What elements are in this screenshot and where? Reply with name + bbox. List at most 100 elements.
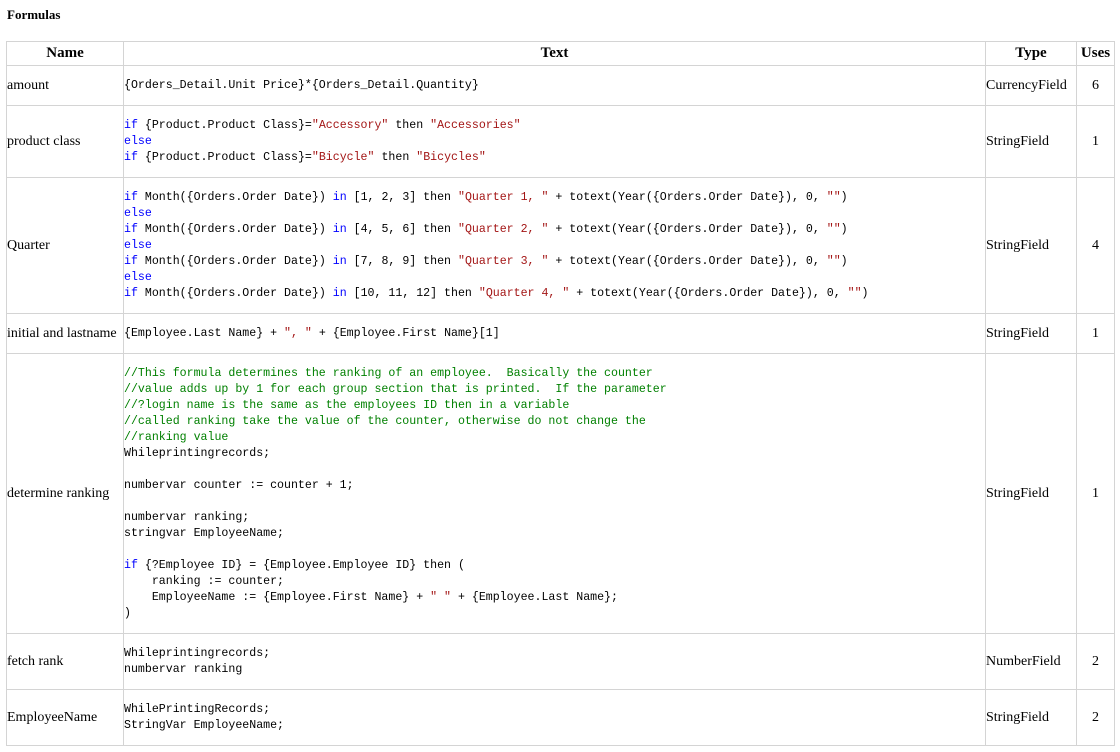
column-header-text: Text: [123, 41, 986, 66]
code-keyword: in: [332, 286, 347, 300]
code-keyword: if: [124, 150, 138, 164]
code-string: "": [826, 254, 841, 268]
code-token: + totext(Year({Orders.Order Date}), 0,: [548, 190, 827, 204]
formula-text-cell: {Orders_Detail.Unit Price}*{Orders_Detai…: [123, 65, 986, 106]
code-line: stringvar EmployeeName;: [124, 526, 985, 542]
formulas-table: Name Text Type Uses amount {Orders_Detail…: [6, 41, 1115, 746]
code-token: {?Employee ID} = {Employee.Employee ID} …: [137, 558, 465, 572]
code-line: {Orders_Detail.Unit Price}*{Orders_Detai…: [124, 78, 985, 94]
code-token: then: [388, 118, 431, 132]
code-token: StringVar EmployeeName;: [124, 718, 285, 732]
code-keyword: else: [124, 206, 152, 220]
header-row: Name Text Type Uses: [6, 41, 1115, 66]
code-string: "Quarter 3, ": [457, 254, 549, 268]
code-line: //ranking value: [124, 430, 985, 446]
code-keyword: in: [332, 222, 347, 236]
formula-type: StringField: [985, 353, 1077, 634]
code-comment: //This formula determines the ranking of…: [124, 366, 653, 380]
formula-code: {Orders_Detail.Unit Price}*{Orders_Detai…: [124, 78, 985, 94]
code-keyword: in: [332, 190, 347, 204]
code-keyword: if: [124, 222, 138, 236]
table-row: product class if {Product.Product Class}=…: [6, 105, 1115, 178]
formula-code: {Employee.Last Name} + ", " + {Employee.…: [124, 326, 985, 342]
formula-type: StringField: [985, 105, 1077, 178]
code-line: numbervar counter := counter + 1;: [124, 478, 985, 494]
column-header-name: Name: [6, 41, 124, 66]
code-string: "": [826, 190, 841, 204]
column-header-type: Type: [985, 41, 1077, 66]
table-row: EmployeeName WhilePrintingRecords; StringV…: [6, 689, 1115, 746]
code-line: //called ranking take the value of the c…: [124, 414, 985, 430]
code-line: if {Product.Product Class}="Accessory" t…: [124, 118, 985, 134]
code-token: {Product.Product Class}=: [137, 118, 312, 132]
formula-code: if Month({Orders.Order Date}) in [1, 2, …: [124, 190, 985, 302]
code-token: ): [840, 222, 848, 236]
code-string: "Accessory": [311, 118, 389, 132]
code-token: + {Employee.First Name}[1]: [311, 326, 500, 340]
code-line: Whileprintingrecords;: [124, 446, 985, 462]
code-token: ): [840, 254, 848, 268]
code-line: numbervar ranking;: [124, 510, 985, 526]
code-keyword: if: [124, 558, 138, 572]
code-line: ): [124, 606, 985, 622]
code-token: + totext(Year({Orders.Order Date}), 0,: [548, 222, 827, 236]
formula-name: EmployeeName: [6, 689, 124, 746]
formula-name: amount: [6, 65, 124, 106]
code-comment: //?login name is the same as the employe…: [124, 398, 570, 412]
code-keyword: if: [124, 118, 138, 132]
code-line: //This formula determines the ranking of…: [124, 366, 985, 382]
code-line: WhilePrintingRecords;: [124, 702, 985, 718]
formula-type: NumberField: [985, 633, 1077, 690]
formula-uses: 1: [1076, 313, 1115, 354]
formula-name: product class: [6, 105, 124, 178]
section-title: Formulas: [7, 7, 61, 22]
code-line: else: [124, 238, 985, 254]
code-string: "": [847, 286, 862, 300]
formula-uses: 4: [1076, 177, 1115, 314]
code-line: Whileprintingrecords;: [124, 646, 985, 662]
code-keyword: in: [332, 254, 347, 268]
table-row: Quarter if Month({Orders.Order Date}) in …: [6, 177, 1115, 314]
formula-text-cell: if Month({Orders.Order Date}) in [1, 2, …: [123, 177, 986, 314]
formula-code: if {Product.Product Class}="Accessory" t…: [124, 118, 985, 166]
formula-text-cell: if {Product.Product Class}="Accessory" t…: [123, 105, 986, 178]
code-keyword: if: [124, 286, 138, 300]
code-keyword: else: [124, 238, 152, 252]
formula-text-cell: WhilePrintingRecords; StringVar EmployeeN…: [123, 689, 986, 746]
code-token: + totext(Year({Orders.Order Date}), 0,: [569, 286, 848, 300]
code-token: {Orders_Detail.Unit Price}*{Orders_Detai…: [124, 78, 479, 92]
code-string: ", ": [284, 326, 312, 340]
formula-type: StringField: [985, 177, 1077, 314]
code-string: "Quarter 2, ": [457, 222, 549, 236]
code-token: + totext(Year({Orders.Order Date}), 0,: [548, 254, 827, 268]
code-string: "Quarter 4, ": [478, 286, 570, 300]
formula-code: WhilePrintingRecords; StringVar EmployeeN…: [124, 702, 985, 734]
formula-code: //This formula determines the ranking of…: [124, 366, 985, 622]
code-token: {Product.Product Class}=: [137, 150, 312, 164]
code-token: {Employee.Last Name} +: [124, 326, 285, 340]
formula-uses: 1: [1076, 353, 1115, 634]
formula-uses: 2: [1076, 633, 1115, 690]
formula-uses: 6: [1076, 65, 1115, 106]
code-keyword: if: [124, 190, 138, 204]
formula-text-cell: //This formula determines the ranking of…: [123, 353, 986, 634]
code-token: [4, 5, 6] then: [346, 222, 458, 236]
code-token: then: [374, 150, 417, 164]
table-row: fetch rank Whileprintingrecords; numbervar…: [6, 633, 1115, 690]
code-token: WhilePrintingRecords;: [124, 702, 271, 716]
code-keyword: else: [124, 270, 152, 284]
formula-rows: amount {Orders_Detail.Unit Price}*{Orders…: [6, 65, 1115, 746]
code-string: "Bicycle": [311, 150, 375, 164]
code-token: ): [861, 286, 869, 300]
code-line: else: [124, 206, 985, 222]
code-token: ): [840, 190, 848, 204]
table-row: initial and lastname {Employee.Last Name}…: [6, 313, 1115, 354]
table-row: determine ranking//This formula determin…: [6, 353, 1115, 634]
code-token: Whileprintingrecords;: [124, 446, 271, 460]
code-line: else: [124, 270, 985, 286]
code-line: if {Product.Product Class}="Bicycle" the…: [124, 150, 985, 166]
code-token: Month({Orders.Order Date}): [137, 254, 333, 268]
